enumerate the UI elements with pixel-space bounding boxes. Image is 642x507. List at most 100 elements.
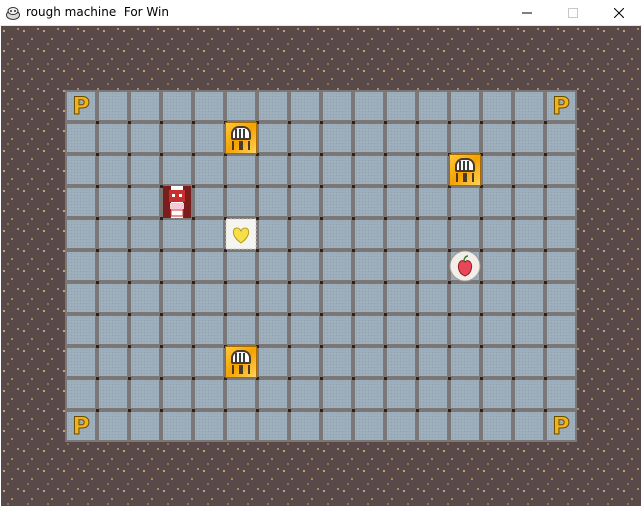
grid-cell[interactable] xyxy=(321,122,353,154)
grid-cell[interactable] xyxy=(129,122,161,154)
grid-cell[interactable] xyxy=(97,314,129,346)
grid-cell[interactable] xyxy=(481,90,513,122)
grid-cell[interactable] xyxy=(321,250,353,282)
yellow-heart-item[interactable] xyxy=(225,218,257,255)
grid-cell[interactable] xyxy=(449,218,481,250)
grid-cell[interactable] xyxy=(225,154,257,186)
grid-cell[interactable] xyxy=(193,90,225,122)
grid-cell[interactable] xyxy=(193,250,225,282)
maximize-button[interactable] xyxy=(550,0,596,26)
grid-cell[interactable] xyxy=(353,378,385,410)
grid-cell[interactable] xyxy=(257,410,289,442)
grid-cell[interactable] xyxy=(321,186,353,218)
grid-cell[interactable] xyxy=(65,186,97,218)
grid-cell[interactable] xyxy=(97,218,129,250)
grid-cell[interactable] xyxy=(289,314,321,346)
grid-cell[interactable] xyxy=(161,410,193,442)
grid-cell[interactable] xyxy=(257,378,289,410)
grid-cell[interactable] xyxy=(161,378,193,410)
grid-cell[interactable] xyxy=(353,314,385,346)
grid-cell[interactable] xyxy=(353,154,385,186)
grid-cell[interactable] xyxy=(97,410,129,442)
grid-cell[interactable] xyxy=(193,378,225,410)
grid-cell[interactable] xyxy=(65,346,97,378)
grid-cell[interactable] xyxy=(289,186,321,218)
grid-cell[interactable] xyxy=(161,90,193,122)
robot-tile[interactable] xyxy=(449,154,481,186)
grid-cell[interactable] xyxy=(417,250,449,282)
grid-cell[interactable] xyxy=(129,250,161,282)
grid-cell[interactable] xyxy=(513,250,545,282)
grid-cell[interactable] xyxy=(353,122,385,154)
grid-cell[interactable] xyxy=(417,410,449,442)
grid-cell[interactable] xyxy=(385,122,417,154)
grid-cell[interactable] xyxy=(385,378,417,410)
grid-cell[interactable] xyxy=(321,378,353,410)
grid-cell[interactable] xyxy=(129,346,161,378)
grid-cell[interactable] xyxy=(161,314,193,346)
grid-cell[interactable] xyxy=(481,378,513,410)
grid-cell[interactable] xyxy=(161,122,193,154)
grid-cell[interactable] xyxy=(353,186,385,218)
grid-cell[interactable] xyxy=(513,410,545,442)
grid-cell[interactable] xyxy=(289,218,321,250)
grid-cell[interactable] xyxy=(385,154,417,186)
grid-cell[interactable] xyxy=(225,378,257,410)
grid-cell[interactable] xyxy=(129,378,161,410)
grid-cell[interactable] xyxy=(449,122,481,154)
grid-cell[interactable] xyxy=(225,282,257,314)
grid-cell[interactable] xyxy=(481,186,513,218)
grid-cell[interactable] xyxy=(161,250,193,282)
grid-cell[interactable] xyxy=(257,90,289,122)
grid-cell[interactable] xyxy=(385,282,417,314)
grid-cell[interactable] xyxy=(353,218,385,250)
grid-cell[interactable] xyxy=(129,90,161,122)
grid-cell[interactable] xyxy=(545,154,577,186)
grid-cell[interactable] xyxy=(193,314,225,346)
grid-cell[interactable] xyxy=(97,90,129,122)
grid-cell[interactable] xyxy=(417,378,449,410)
grid-cell[interactable] xyxy=(385,314,417,346)
grid-cell[interactable] xyxy=(65,314,97,346)
grid-cell[interactable] xyxy=(481,282,513,314)
grid-cell[interactable] xyxy=(129,410,161,442)
grid-cell[interactable] xyxy=(385,186,417,218)
grid-cell[interactable] xyxy=(481,346,513,378)
grid-cell[interactable] xyxy=(129,314,161,346)
grid-cell[interactable] xyxy=(481,218,513,250)
grid-cell[interactable] xyxy=(321,282,353,314)
grid-cell[interactable] xyxy=(289,90,321,122)
grid-cell[interactable] xyxy=(289,122,321,154)
grid-cell[interactable] xyxy=(193,346,225,378)
grid-cell[interactable] xyxy=(225,314,257,346)
grid-cell[interactable] xyxy=(417,282,449,314)
grid-cell[interactable] xyxy=(449,410,481,442)
grid-cell[interactable] xyxy=(257,250,289,282)
grid-cell[interactable] xyxy=(513,154,545,186)
grid-cell[interactable] xyxy=(481,410,513,442)
grid-cell[interactable] xyxy=(161,282,193,314)
grid-cell[interactable] xyxy=(97,346,129,378)
minimize-button[interactable] xyxy=(504,0,550,26)
grid-cell[interactable] xyxy=(513,378,545,410)
grid-cell[interactable] xyxy=(449,90,481,122)
grid-cell[interactable] xyxy=(257,314,289,346)
grid-cell[interactable] xyxy=(513,122,545,154)
grid-cell[interactable] xyxy=(65,378,97,410)
grid-cell[interactable] xyxy=(193,122,225,154)
grid-cell[interactable] xyxy=(545,218,577,250)
grid-cell[interactable] xyxy=(449,346,481,378)
grid-cell[interactable] xyxy=(385,90,417,122)
grid-cell[interactable] xyxy=(321,314,353,346)
red-fruit-item[interactable] xyxy=(449,250,481,287)
grid-cell[interactable] xyxy=(385,218,417,250)
grid-cell[interactable] xyxy=(129,154,161,186)
grid-cell[interactable] xyxy=(513,346,545,378)
grid-cell[interactable] xyxy=(97,282,129,314)
grid-cell[interactable] xyxy=(193,218,225,250)
grid-cell[interactable] xyxy=(353,346,385,378)
grid-cell[interactable] xyxy=(289,346,321,378)
grid-cell[interactable] xyxy=(97,122,129,154)
grid-cell[interactable] xyxy=(417,346,449,378)
grid-cell[interactable] xyxy=(161,154,193,186)
